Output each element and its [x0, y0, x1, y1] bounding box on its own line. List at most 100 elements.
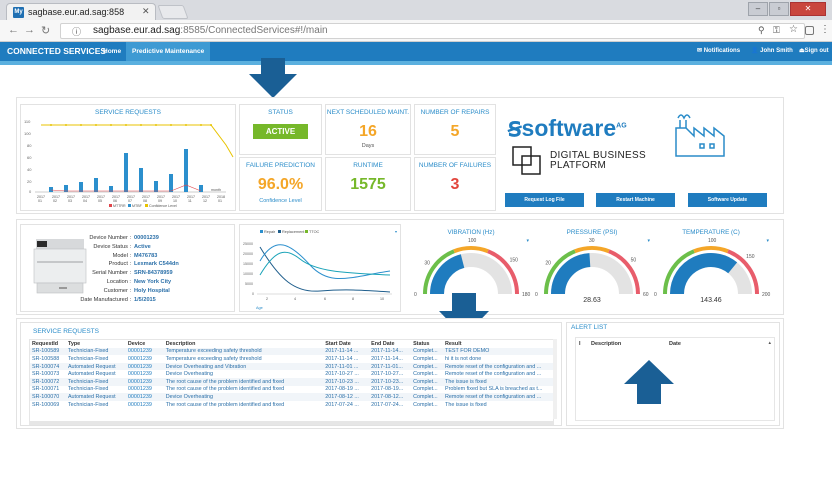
table-row[interactable]: SR-100070 Automated Request 00001239 Device… — [30, 393, 553, 401]
zoom-icon[interactable]: ⚲ — [758, 25, 765, 36]
svg-text:08: 08 — [143, 199, 147, 203]
info-icon[interactable]: ⓘ — [72, 25, 81, 38]
table-cell: 00001239 — [127, 371, 152, 378]
alert-col-i: I — [579, 341, 581, 347]
svg-text:8: 8 — [352, 297, 354, 301]
signout-link[interactable]: ⏏Sign out — [799, 42, 829, 61]
table-cell: The issue is fixed — [445, 401, 487, 408]
restart-machine-button[interactable]: Restart Machine — [596, 193, 675, 207]
table-cell: The root cause of the problem identified… — [165, 386, 285, 393]
svg-text:10000: 10000 — [243, 272, 253, 276]
table-cell: Remote reset of the configuration and ..… — [445, 371, 542, 378]
reload-icon[interactable]: ↻ — [41, 24, 50, 37]
alert-sort-icon[interactable]: ▴ — [768, 340, 771, 346]
table-row[interactable]: SR-100073 Automated Request 00001239 Device… — [30, 370, 553, 378]
close-window-button[interactable]: ✕ — [790, 2, 826, 16]
svg-text:06: 06 — [113, 199, 117, 203]
device-info-value: M476783 — [134, 252, 158, 259]
device-info-row: Serial Number : SRN-84378959 — [49, 270, 172, 276]
table-cell: Complet... — [413, 355, 438, 362]
menu-icon[interactable]: ⋮ — [820, 24, 830, 35]
requests-col-header[interactable]: Start Date — [323, 340, 369, 348]
extension-icon[interactable] — [805, 26, 814, 35]
requests-table-scroll[interactable]: RequestId Type Device Description Start Date… — [29, 339, 554, 423]
runtime-value: 1575 — [350, 176, 386, 193]
device-info-value: Active — [134, 243, 151, 250]
svg-text:20: 20 — [27, 179, 32, 184]
runtime-label: RUNTIME — [353, 162, 383, 169]
failure-prediction-value: 96.0% — [257, 176, 304, 193]
device-info-value: 00001239 — [134, 235, 159, 241]
table-cell: SR-100588 — [32, 355, 60, 362]
failures-value: 3 — [450, 176, 460, 193]
table-cell: 2017-11-01 ... — [325, 363, 359, 370]
table-row[interactable]: SR-100072 Technician-Fixed 00001239 The roo… — [30, 377, 553, 386]
gauge-tick-label: 0 — [414, 292, 417, 298]
requests-col-header[interactable]: RequestId — [30, 340, 66, 348]
failure-prediction-sub: Confidence Level — [259, 198, 302, 204]
table-row[interactable]: SR-100074 Automated Request 00001239 Device… — [30, 362, 553, 371]
legend-mttrr: MTTRR — [113, 204, 126, 208]
device-info-panel: Device Number :00001239 Device Status : Ac… — [20, 224, 235, 312]
failures-label: NUMBER OF FAILURES — [418, 162, 492, 169]
requests-col-header[interactable]: Status — [411, 340, 443, 348]
requests-col-header[interactable]: Device — [126, 340, 164, 348]
svg-text:40: 40 — [27, 167, 32, 172]
table-cell: hi it is not done — [445, 355, 482, 362]
logo-text: software — [521, 115, 617, 141]
platform-cube-icon — [512, 146, 541, 175]
requests-col-header[interactable]: Result — [443, 340, 553, 348]
svg-text:04: 04 — [83, 199, 87, 203]
table-row[interactable]: SR-100069 Technician-Fixed 00001239 The roo… — [30, 401, 553, 409]
table-row[interactable]: SR-100071 Technician-Fixed 00001239 The roo… — [30, 386, 553, 394]
horizontal-scrollbar[interactable] — [29, 421, 554, 425]
trend-chart: Repair Replacement TTOC ▾ 25000200001500… — [243, 229, 397, 310]
svg-text:0: 0 — [29, 189, 32, 194]
table-row[interactable]: SR-100589 Technician-Fixed 00001239 Tempera… — [30, 347, 553, 356]
table-cell: Complet... — [413, 401, 438, 408]
url-text: sagbase.eur.ad.sag:8585/ConnectedService… — [93, 25, 328, 36]
software-update-button[interactable]: Software Update — [688, 193, 767, 207]
table-cell: Complet... — [413, 386, 438, 393]
tab-title: sagbase.eur.ad.sag:858 — [28, 7, 125, 17]
bookmark-star-icon[interactable]: ☆ — [789, 24, 798, 35]
device-info-label: Model : — [112, 252, 131, 259]
svg-text:▾: ▾ — [395, 229, 397, 234]
minimize-button[interactable]: – — [748, 2, 768, 16]
browser-tab[interactable]: My sagbase.eur.ad.sag:858 ✕ — [6, 3, 156, 20]
svg-text:10: 10 — [173, 199, 177, 203]
table-cell: Complet... — [413, 363, 438, 370]
table-cell: Technician-Fixed — [67, 355, 109, 362]
new-tab-button[interactable] — [157, 5, 189, 19]
request-log-file-button[interactable]: Request Log File — [505, 193, 584, 207]
requests-col-header[interactable]: End Date — [369, 340, 411, 348]
back-icon[interactable]: ← — [8, 24, 19, 36]
svg-text:4: 4 — [294, 297, 296, 301]
gauge-tick-label: 100 — [708, 238, 717, 244]
forward-icon[interactable]: → — [24, 24, 35, 36]
requests-col-header[interactable]: Type — [66, 340, 126, 348]
gauge-tick-label: 50 — [631, 258, 637, 264]
device-info-row: Device Status : Active — [49, 243, 151, 250]
service-requests-chart-panel: SERVICE REQUESTS 110 100 80 60 40 20 0 2017 201… — [20, 104, 236, 211]
notifications-link[interactable]: ✉ Notifications — [697, 42, 740, 61]
legend-ttoc: TTOC — [309, 230, 320, 234]
x-axis-label: month — [211, 188, 221, 192]
vertical-scrollbar[interactable] — [553, 339, 557, 419]
alert-list-table[interactable]: I Description Date ▴ — [575, 337, 775, 421]
svg-text:20000: 20000 — [243, 252, 253, 256]
table-cell: SR-100070 — [32, 393, 60, 400]
table-cell: 2017-07-24... — [371, 401, 404, 408]
next-maint-unit: Days — [361, 143, 375, 149]
requests-col-header[interactable]: Description — [164, 340, 324, 348]
user-menu[interactable]: 👤 John Smith — [751, 42, 793, 61]
close-tab-icon[interactable]: ✕ — [142, 6, 150, 17]
nav-home[interactable]: Home — [97, 42, 127, 61]
svg-text:09: 09 — [158, 199, 162, 203]
maximize-button[interactable]: ▫ — [769, 2, 789, 16]
table-cell: Device Overheating — [165, 371, 214, 378]
key-icon[interactable]: ⚿ — [773, 25, 780, 36]
nav-predictive-maintenance[interactable]: Predictive Maintenance — [126, 42, 211, 61]
table-cell: 2017-08-19... — [371, 386, 404, 393]
table-row[interactable]: SR-100588 Technician-Fixed 00001239 Tempera… — [30, 355, 553, 363]
